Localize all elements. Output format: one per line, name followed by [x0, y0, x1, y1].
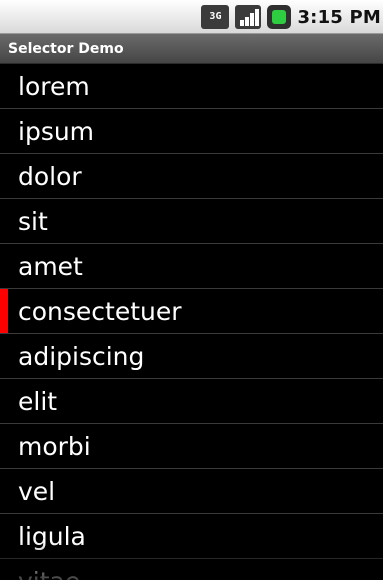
- list-item-label: vitae: [18, 569, 80, 580]
- list-item-label: vel: [18, 476, 56, 506]
- list-item-label: lorem: [18, 71, 90, 101]
- list-item-label: elit: [18, 386, 58, 416]
- clock: 3:15 PM: [297, 6, 381, 28]
- list-item-label: ipsum: [18, 116, 95, 146]
- list-item[interactable]: adipiscing: [0, 334, 383, 379]
- list-item-label: ligula: [18, 521, 86, 551]
- list-item[interactable]: dolor: [0, 154, 383, 199]
- list-item[interactable]: morbi: [0, 424, 383, 469]
- list-item-label: dolor: [18, 161, 82, 191]
- list-item-label: amet: [18, 251, 83, 281]
- battery-icon: [267, 5, 292, 29]
- list-item[interactable]: lorem: [0, 64, 383, 109]
- list-item[interactable]: amet: [0, 244, 383, 289]
- list-item-label: consectetuer: [18, 296, 182, 326]
- list-item-label: sit: [18, 206, 48, 236]
- signal-icon: [235, 5, 262, 29]
- list-item[interactable]: sit: [0, 199, 383, 244]
- status-icons: 3G 3:15 PM: [201, 0, 383, 34]
- list-view[interactable]: lorem ipsum dolor sit amet consectetuer …: [0, 64, 383, 580]
- status-bar: 3G 3:15 PM: [0, 0, 383, 34]
- list-item[interactable]: vitae: [0, 559, 383, 580]
- list-item[interactable]: ipsum: [0, 109, 383, 154]
- list-item[interactable]: ligula: [0, 514, 383, 559]
- list-item[interactable]: elit: [0, 379, 383, 424]
- title-bar: Selector Demo: [0, 34, 383, 64]
- 3g-icon: 3G: [201, 5, 230, 29]
- app-title: Selector Demo: [8, 40, 124, 57]
- list-item-label: adipiscing: [18, 341, 145, 371]
- list-item-selected[interactable]: consectetuer: [0, 289, 383, 334]
- list-item-label: morbi: [18, 431, 91, 461]
- app-screen: 3G 3:15 PM Selector Demo lorem ipsum dol…: [0, 0, 383, 580]
- list-item[interactable]: vel: [0, 469, 383, 514]
